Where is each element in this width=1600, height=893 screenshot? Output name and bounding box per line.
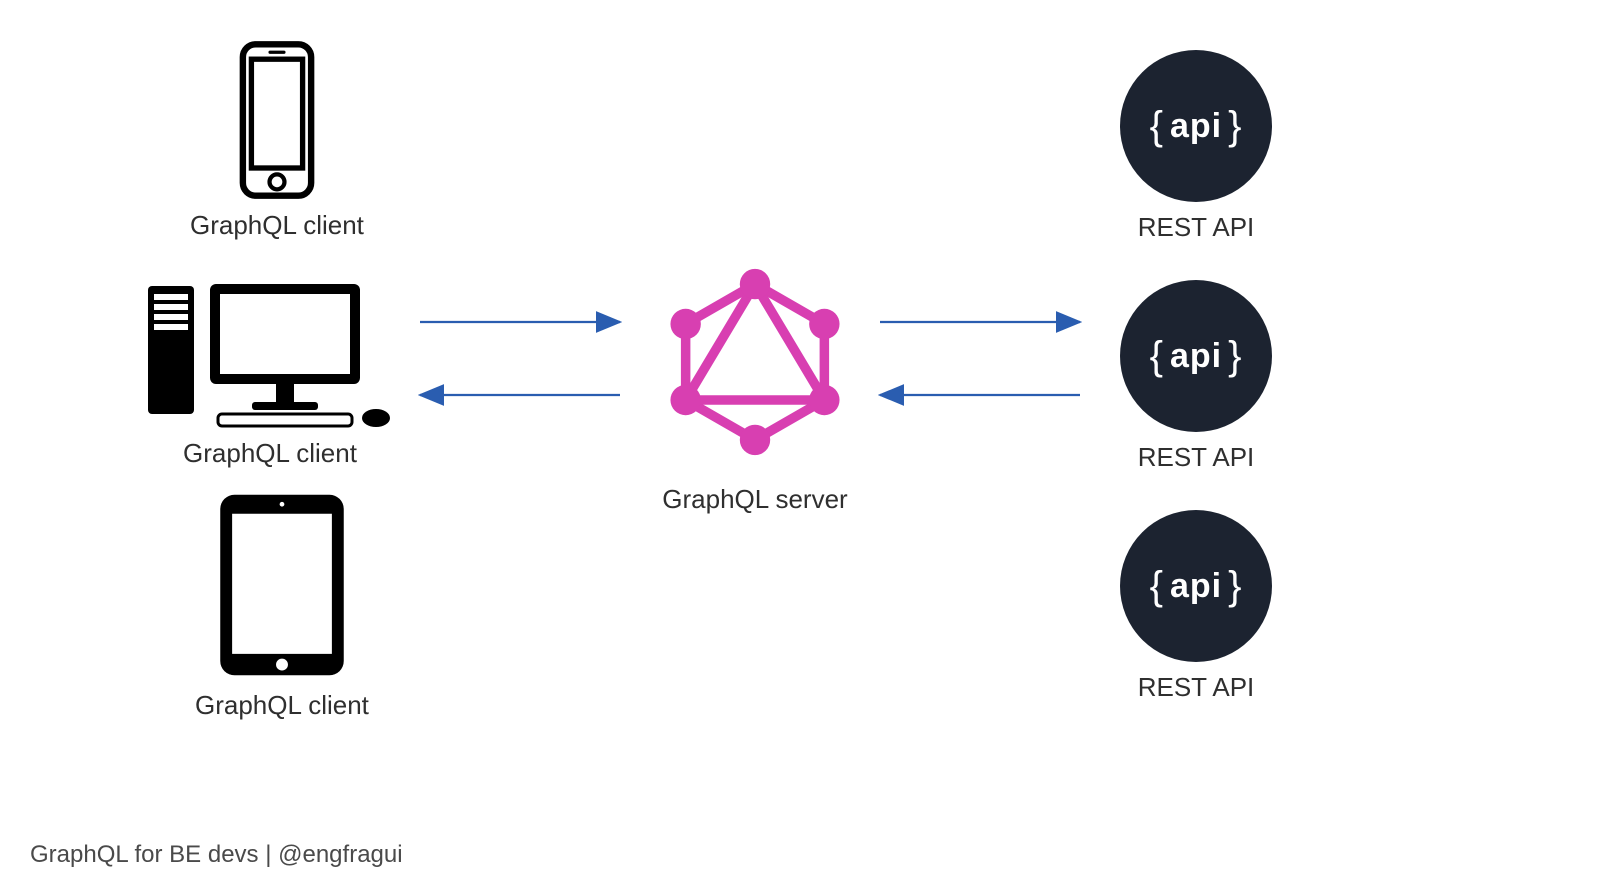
graphql-server: GraphQL server [660, 262, 850, 515]
tablet-icon [207, 490, 357, 680]
rest-api-1: {api} REST API [1120, 50, 1272, 243]
client-label: GraphQL client [183, 438, 357, 469]
client-desktop: GraphQL client [140, 278, 400, 469]
client-tablet: GraphQL client [195, 490, 369, 721]
api-label: REST API [1138, 442, 1255, 473]
desktop-computer-icon [140, 278, 400, 428]
graphql-logo-icon [660, 262, 850, 462]
api-badge-icon: {api} [1120, 510, 1272, 662]
client-label: GraphQL client [195, 690, 369, 721]
rest-api-2: {api} REST API [1120, 280, 1272, 473]
api-label: REST API [1138, 212, 1255, 243]
api-badge-icon: {api} [1120, 280, 1272, 432]
client-label: GraphQL client [190, 210, 364, 241]
api-badge-icon: {api} [1120, 50, 1272, 202]
rest-api-3: {api} REST API [1120, 510, 1272, 703]
smartphone-icon [202, 40, 352, 200]
api-label: REST API [1138, 672, 1255, 703]
slide-footer: GraphQL for BE devs | @engfragui [30, 841, 403, 869]
architecture-diagram: GraphQL client GraphQL client [0, 0, 1600, 893]
server-label: GraphQL server [662, 484, 847, 515]
client-smartphone: GraphQL client [190, 40, 364, 241]
